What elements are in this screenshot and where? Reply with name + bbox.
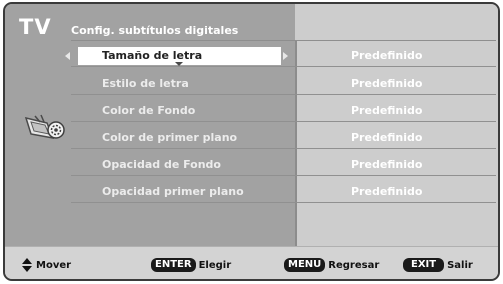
menu-item-value: Predefinido <box>351 49 423 62</box>
right-arrow-icon[interactable] <box>283 52 288 60</box>
move-label: Mover <box>36 259 72 271</box>
menu-item-value: Predefinido <box>351 131 423 144</box>
menu-item-opacidad-primer-plano[interactable]: Opacidad primer plano Predefinido <box>71 181 496 203</box>
menu-item-color-de-fondo[interactable]: Color de Fondo Predefinido <box>71 100 496 122</box>
menu-item-label: Opacidad de Fondo <box>102 158 221 171</box>
hint-move: Mover <box>22 258 71 272</box>
menu-item-label: Color de primer plano <box>102 131 238 144</box>
page-title: Config. subtítulos digitales <box>71 24 239 37</box>
menu-item-label: Estilo de letra <box>102 77 189 90</box>
tv-setup-icon <box>24 114 65 139</box>
tv-osd-screen: TV Config. subtítulos digitales Tamaño d… <box>3 2 500 281</box>
help-bar: Mover ENTER Elegir MENU Regresar EXIT Sa… <box>5 246 498 279</box>
menu-item-opacidad-de-fondo[interactable]: Opacidad de Fondo Predefinido <box>71 154 496 176</box>
menu-item-estilo-de-letra[interactable]: Estilo de letra Predefinido <box>71 73 496 95</box>
left-arrow-icon[interactable] <box>65 52 70 60</box>
menu-item-label: Color de Fondo <box>102 104 196 117</box>
menu-item-value: Predefinido <box>351 104 423 117</box>
up-down-arrows-icon <box>22 258 32 272</box>
hint-exit: EXIT Salir <box>403 258 473 272</box>
tv-label: TV <box>19 15 52 39</box>
menu-item-color-de-primer-plano[interactable]: Color de primer plano Predefinido <box>71 127 496 149</box>
menu-item-label: Opacidad primer plano <box>102 185 244 198</box>
exit-key-badge: EXIT <box>403 258 445 272</box>
menu-item-tamano-de-letra[interactable]: Tamaño de letra Predefinido <box>65 45 496 67</box>
menu-item-value: Predefinido <box>351 77 423 90</box>
menu-key-badge: MENU <box>284 258 326 272</box>
exit-label: Salir <box>447 259 473 271</box>
hint-enter: ENTER Elegir <box>151 258 231 272</box>
enter-label: Elegir <box>198 259 232 271</box>
menu-label: Regresar <box>328 259 380 271</box>
menu-item-label: Tamaño de letra <box>102 49 203 62</box>
menu-item-value: Predefinido <box>351 158 423 171</box>
hint-menu: MENU Regresar <box>284 258 379 272</box>
enter-key-badge: ENTER <box>151 258 196 272</box>
down-arrow-icon <box>175 62 183 66</box>
menu-item-value: Predefinido <box>351 185 423 198</box>
title-divider <box>71 40 496 41</box>
